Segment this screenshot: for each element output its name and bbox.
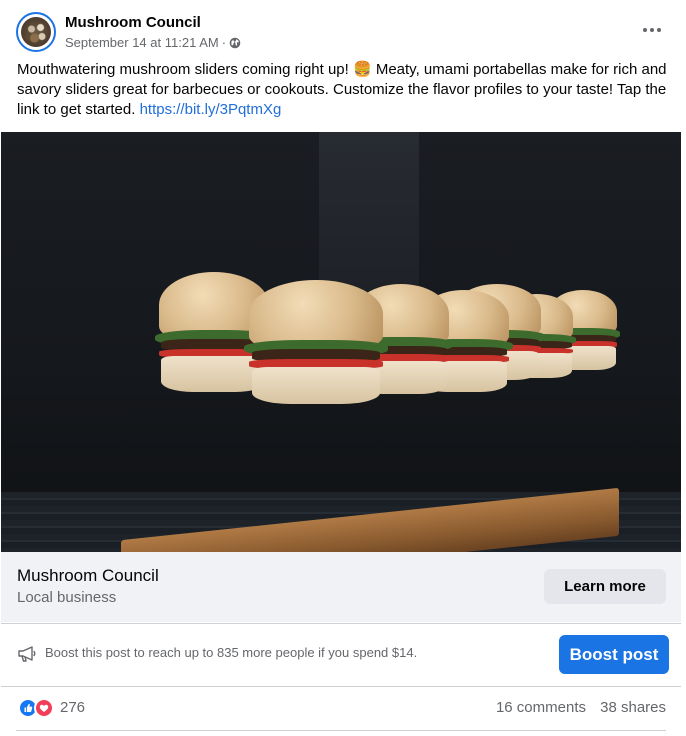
meta-separator: · xyxy=(221,35,227,50)
megaphone-icon xyxy=(18,646,36,662)
comments-count[interactable]: 16 comments xyxy=(496,699,586,716)
reaction-count[interactable]: 276 xyxy=(60,699,85,716)
boost-text: Boost this post to reach up to 835 more … xyxy=(45,645,418,660)
reactions-row: 276 16 comments 38 shares xyxy=(16,696,666,720)
avatar[interactable] xyxy=(16,12,56,52)
reaction-icons[interactable] xyxy=(18,698,58,718)
avatar-image xyxy=(21,17,51,47)
link-preview[interactable]: Mushroom Council Local business Learn mo… xyxy=(1,552,681,622)
post-header: Mushroom Council September 14 at 11:21 A… xyxy=(16,12,670,54)
link-preview-title: Mushroom Council xyxy=(17,566,159,585)
slider-image xyxy=(243,280,389,404)
post-text: Mouthwatering mushroom sliders coming ri… xyxy=(17,60,672,120)
dot-icon xyxy=(643,28,647,32)
boost-post-button[interactable]: Boost post xyxy=(559,635,669,674)
post-link[interactable]: https://bit.ly/3PqtmXg xyxy=(140,101,282,118)
dot-icon xyxy=(650,28,654,32)
shares-count[interactable]: 38 shares xyxy=(600,699,666,716)
post-timestamp[interactable]: September 14 at 11:21 AM xyxy=(65,35,219,50)
globe-icon[interactable] xyxy=(229,37,241,49)
post-meta: September 14 at 11:21 AM · xyxy=(65,35,241,50)
boost-bar: Boost this post to reach up to 835 more … xyxy=(1,623,681,687)
post-card: Mushroom Council September 14 at 11:21 A… xyxy=(0,0,686,736)
post-image[interactable] xyxy=(1,132,681,552)
more-options-button[interactable] xyxy=(640,18,664,42)
post-text-part: Mouthwatering mushroom sliders coming ri… xyxy=(17,61,353,78)
divider xyxy=(16,730,666,731)
love-icon xyxy=(34,698,54,718)
link-preview-subtitle: Local business xyxy=(17,589,117,606)
dot-icon xyxy=(657,28,661,32)
author-name[interactable]: Mushroom Council xyxy=(65,14,201,31)
learn-more-button[interactable]: Learn more xyxy=(544,569,666,604)
burger-emoji: 🍔 xyxy=(352,61,372,78)
